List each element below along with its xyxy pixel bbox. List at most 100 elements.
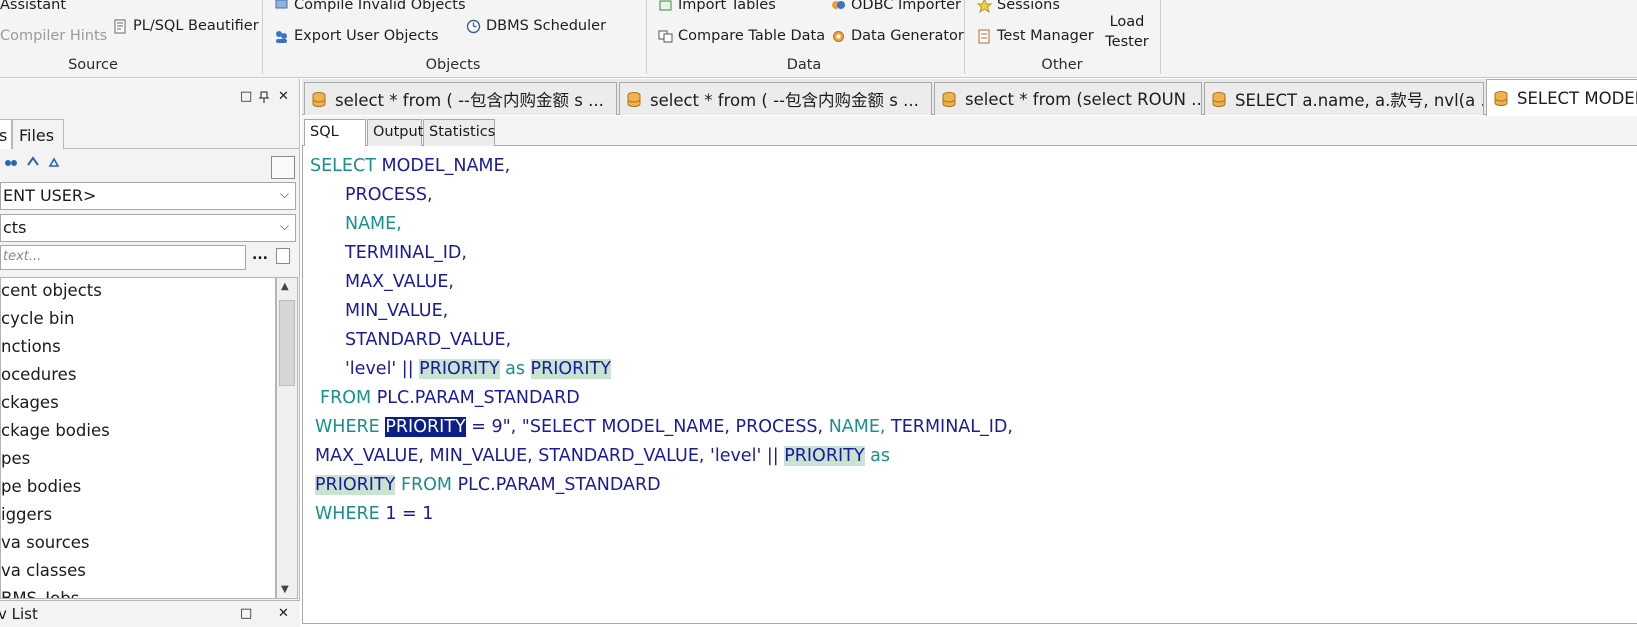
find-icon[interactable] (4, 155, 18, 169)
restore-icon[interactable]: □ (240, 89, 252, 104)
compiler-hints-button[interactable]: Compiler Hints (0, 28, 107, 44)
dbms-scheduler-label: DBMS Scheduler (486, 18, 607, 34)
code-line: MAX_VALUE, MIN_VALUE, STANDARD_VALUE, 'l… (315, 446, 890, 466)
beautifier-icon (114, 19, 126, 33)
data-generator-icon (833, 30, 844, 42)
selected-text: PRIORITY (385, 417, 466, 437)
document-tab[interactable]: select * from ( --包含内购金额 s ... (619, 82, 932, 115)
code-line: MAX_VALUE, (345, 272, 454, 292)
filter-input[interactable]: text... (0, 245, 246, 270)
tab-files[interactable]: Files (12, 119, 64, 149)
tab-output[interactable]: Output (367, 119, 423, 146)
window-list-titlebar: v List □ ✕ (0, 600, 300, 627)
group-label-data: Data (786, 57, 822, 73)
import-tables-button[interactable]: Import Tables (658, 0, 776, 13)
export-users-icon (276, 30, 287, 43)
database-icon (312, 91, 326, 107)
document-tab[interactable]: SELECT a.name, a.款号, nvl(a ... (1204, 82, 1484, 115)
tab-statistics[interactable]: Statistics (423, 119, 495, 146)
chevron-down-icon: ⌵ (279, 219, 289, 233)
export-user-objects-button[interactable]: Export User Objects (274, 28, 439, 44)
new-object-icon[interactable] (276, 248, 290, 264)
code-line: TERMINAL_ID, (345, 243, 467, 263)
document-tab[interactable]: select * from (select ROUN ... (934, 82, 1202, 115)
toolbar-toggle-button[interactable] (271, 156, 295, 179)
scroll-down-icon[interactable]: ▼ (281, 584, 289, 595)
data-generator-button[interactable]: Data Generator (831, 28, 964, 44)
tree-item[interactable]: nctions (1, 337, 61, 356)
group-label-other: Other (1041, 57, 1083, 73)
user-select[interactable]: ENT USER> ⌵ (0, 182, 296, 210)
ribbon-divider (646, 0, 647, 74)
test-manager-icon (978, 29, 990, 43)
odbc-icon (832, 0, 845, 9)
compare-table-data-button[interactable]: Compare Table Data (658, 28, 825, 44)
sessions-button[interactable]: Sessions (977, 0, 1060, 13)
tree-item[interactable]: cent objects (1, 281, 102, 300)
dbms-scheduler-button[interactable]: DBMS Scheduler (466, 18, 606, 34)
group-label-source: Source (68, 57, 118, 73)
compile-invalid-objects-button[interactable]: Compile Invalid Objects (274, 0, 466, 13)
code-line: NAME, (345, 214, 402, 234)
tree-item[interactable]: ocedures (1, 365, 76, 384)
ribbon-divider (964, 0, 965, 74)
object-type-select-value: cts (3, 218, 27, 237)
code-line: PRIORITY FROM PLC.PARAM_STANDARD (315, 475, 661, 495)
tree-item[interactable]: ckage bodies (1, 421, 110, 440)
document-tabs: select * from ( --包含内购金额 s ... select * … (302, 79, 1637, 116)
sessions-label: Sessions (997, 0, 1060, 13)
assistant-label: Assistant (0, 0, 67, 13)
tree-scrollbar[interactable]: ▲ ▼ (276, 277, 298, 599)
close-icon[interactable]: ✕ (278, 606, 289, 621)
odbc-importer-button[interactable]: ODBC Importer (831, 0, 961, 13)
database-icon (1212, 91, 1226, 107)
load-tester-label-line2: Tester (1105, 34, 1149, 50)
scrollbar-thumb[interactable] (279, 300, 295, 386)
tab-objects[interactable]: s (0, 119, 12, 149)
tab-sql[interactable]: SQL (304, 119, 366, 147)
test-manager-label: Test Manager (997, 28, 1094, 44)
export-user-objects-label: Export User Objects (294, 28, 439, 44)
tree-item[interactable]: ckages (1, 393, 59, 412)
code-line: PROCESS, (345, 185, 433, 205)
ribbon: Assistant Compiler Hints PL/SQL Beautifi… (0, 0, 1637, 78)
code-line: STANDARD_VALUE, (345, 330, 512, 350)
close-icon[interactable]: ✕ (278, 89, 289, 104)
odbc-importer-label: ODBC Importer (851, 0, 962, 13)
panel-tabs: s Files (0, 117, 300, 149)
assistant-button[interactable]: Assistant (0, 0, 66, 13)
scroll-up-icon[interactable]: ▲ (281, 281, 289, 292)
tree-item[interactable]: iggers (1, 505, 52, 524)
plsql-beautifier-button[interactable]: PL/SQL Beautifier (113, 18, 259, 34)
pin-icon[interactable] (258, 91, 270, 107)
restore-icon[interactable]: □ (240, 606, 252, 621)
tree-item[interactable]: BMS_Jobs (1, 589, 79, 598)
tree-item[interactable]: cycle bin (1, 309, 74, 328)
sql-editor[interactable]: SELECT MODEL_NAME, PROCESS, NAME, TERMIN… (302, 146, 1637, 624)
code-line: SELECT MODEL_NAME, (310, 156, 511, 176)
tree-item[interactable]: va classes (1, 561, 86, 580)
filter-options-button[interactable]: ... (252, 247, 268, 263)
document-tab-active[interactable]: SELECT MODEL_ (1486, 79, 1637, 116)
object-type-select[interactable]: cts ⌵ (0, 214, 296, 242)
tree-item[interactable]: va sources (1, 533, 90, 552)
chevron-down-icon: ⌵ (279, 187, 289, 201)
document-tab-title: select * from ( --包含内购金额 s ... (650, 91, 919, 110)
load-tester-button[interactable]: Load Tester (1104, 12, 1150, 52)
document-tab-title: SELECT MODEL_ (1517, 88, 1637, 108)
data-generator-label: Data Generator (851, 28, 964, 44)
compile-icon (275, 0, 288, 8)
panel-titlebar: □ ✕ (0, 79, 300, 117)
refresh-icon[interactable] (48, 155, 62, 169)
document-tab[interactable]: select * from ( --包含内购金额 s ... (304, 82, 617, 115)
tree-item[interactable]: pes (1, 449, 30, 468)
compare-icon (658, 30, 673, 42)
document-tab-title: select * from ( --包含内购金额 s ... (335, 91, 604, 110)
sessions-icon (977, 0, 992, 13)
test-manager-button[interactable]: Test Manager (977, 28, 1094, 44)
object-browser-panel: □ ✕ s Files ENT USER> ⌵ cts ⌵ text... ..… (0, 79, 300, 627)
filter-icon[interactable] (26, 155, 40, 169)
database-icon (627, 91, 641, 107)
editor-sub-tabs: SQL Output Statistics (302, 116, 1637, 147)
tree-item[interactable]: pe bodies (1, 477, 81, 496)
